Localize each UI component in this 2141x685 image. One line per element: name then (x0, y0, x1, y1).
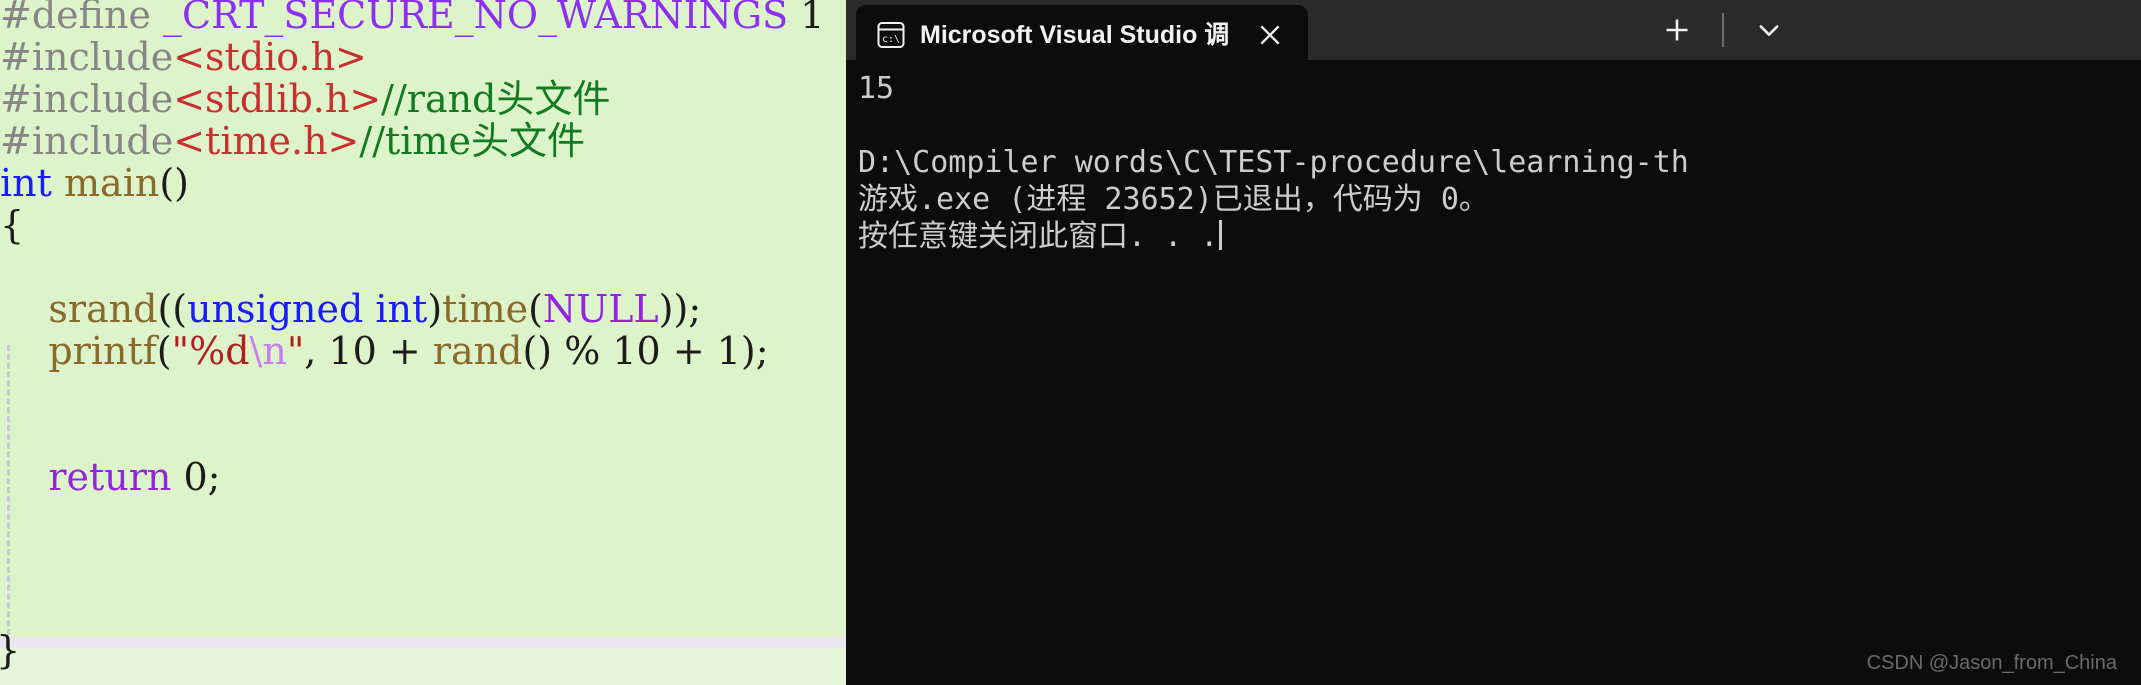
text-cursor (1219, 220, 1223, 250)
code-token: \n (249, 329, 287, 373)
code-token: srand (48, 287, 158, 331)
code-token: ); (740, 329, 769, 373)
code-token: unsigned int (187, 287, 428, 331)
console-icon: c:\ (876, 20, 906, 50)
terminal-titlebar[interactable]: c:\ Microsoft Visual Studio 调试控 (846, 0, 2141, 65)
toolbar-divider (1722, 13, 1724, 47)
code-token: ( (156, 329, 172, 373)
code-token: 0 (183, 455, 208, 499)
new-tab-icon[interactable] (1646, 0, 1708, 60)
code-token: ; (207, 455, 221, 499)
terminal-window[interactable]: c:\ Microsoft Visual Studio 调试控 (846, 0, 2141, 685)
terminal-output-area[interactable]: 15 D:\Compiler words\C\TEST-procedure\lea… (846, 60, 2141, 685)
code-token: #include (0, 35, 174, 79)
term-exit: 游戏.exe (进程 23652)已退出，代码为 0。 (858, 182, 1489, 217)
code-lines-container: #define _CRT_SECURE_NO_WARNINGS 1 #includ… (0, 0, 846, 498)
term-blank-1 (858, 107, 1689, 144)
code-token: #include (0, 77, 174, 121)
code-token: " (286, 329, 305, 373)
code-token: <time.h> (173, 119, 360, 163)
term-path: D:\Compiler words\C\TEST-procedure\learn… (858, 145, 1689, 180)
code-token: _CRT_SECURE_NO_WARNINGS (163, 0, 789, 37)
code-token: //rand头文件 (381, 77, 611, 121)
line-blank-1 (0, 246, 846, 288)
chevron-down-icon[interactable] (1738, 0, 1800, 60)
code-token: time (442, 287, 529, 331)
code-token: #define (0, 0, 164, 37)
code-token: { (0, 203, 25, 247)
line-main: int main() (0, 162, 846, 204)
line-return: return 0; (0, 456, 846, 498)
code-token: #include (0, 119, 174, 163)
code-token: int (0, 161, 52, 205)
code-token: //time头文件 (359, 119, 585, 163)
code-token: % (552, 329, 613, 373)
code-token: , (304, 329, 329, 373)
code-token: 10 (612, 329, 661, 373)
code-token: () (159, 161, 189, 205)
close-icon[interactable] (1242, 12, 1298, 58)
code-token: <stdio.h> (173, 35, 367, 79)
terminal-prompt-line: 按任意键关闭此窗口. . . (858, 218, 1689, 255)
indent-guide-line (7, 345, 10, 635)
watermark-text: CSDN @Jason_from_China (1866, 652, 2117, 674)
code-token: main (64, 161, 160, 205)
code-token: 10 (328, 329, 377, 373)
code-token: )); (658, 287, 702, 331)
term-out-value: 15 (858, 71, 895, 106)
code-token: rand (432, 329, 523, 373)
code-token: <stdlib.h> (173, 77, 382, 121)
code-token: return (48, 455, 172, 499)
line-open-brace: { (0, 204, 846, 246)
line-define: #define _CRT_SECURE_NO_WARNINGS 1 (0, 0, 846, 36)
line-include-stdio: #include<stdio.h> (0, 36, 846, 78)
editor-separator-band (0, 637, 846, 648)
code-token: () (522, 329, 553, 373)
code-text-surface[interactable]: #define _CRT_SECURE_NO_WARNINGS 1 #includ… (0, 0, 846, 637)
terminal-tab-actions (1646, 0, 1800, 60)
line-srand: srand((unsigned int)time(NULL)); (0, 288, 846, 330)
line-blank-3 (0, 414, 846, 456)
line-printf: printf("%d\n", 10 + rand() % 10 + 1); (0, 330, 846, 372)
code-token: 1 (788, 0, 825, 37)
terminal-text-block: 15 D:\Compiler words\C\TEST-procedure\lea… (858, 70, 1689, 255)
line-include-time: #include<time.h>//time头文件 (0, 120, 846, 162)
terminal-tab-title: Microsoft Visual Studio 调试控 (920, 21, 1230, 49)
code-token: + (376, 329, 433, 373)
code-token: (( (157, 287, 188, 331)
code-token: 1 (716, 329, 741, 373)
code-token: "%d (171, 329, 250, 373)
code-token: printf (48, 329, 157, 373)
code-editor-pane[interactable]: #define _CRT_SECURE_NO_WARNINGS 1 #includ… (0, 0, 846, 685)
code-token: NULL (542, 287, 659, 331)
line-include-stdlib: #include<stdlib.h>//rand头文件 (0, 78, 846, 120)
code-token: ) (427, 287, 443, 331)
closing-brace-glyph: } (0, 628, 20, 672)
svg-text:c:\: c:\ (882, 34, 900, 45)
line-blank-2 (0, 372, 846, 414)
terminal-tab[interactable]: c:\ Microsoft Visual Studio 调试控 (856, 5, 1308, 65)
terminal-prompt-text: 按任意键关闭此窗口. . . (858, 219, 1219, 254)
editor-footer-strip[interactable]: } (0, 628, 846, 685)
code-token: + (660, 329, 717, 373)
code-token: ( (528, 287, 543, 331)
terminal-tab-strip: c:\ Microsoft Visual Studio 调试控 (846, 0, 1308, 65)
